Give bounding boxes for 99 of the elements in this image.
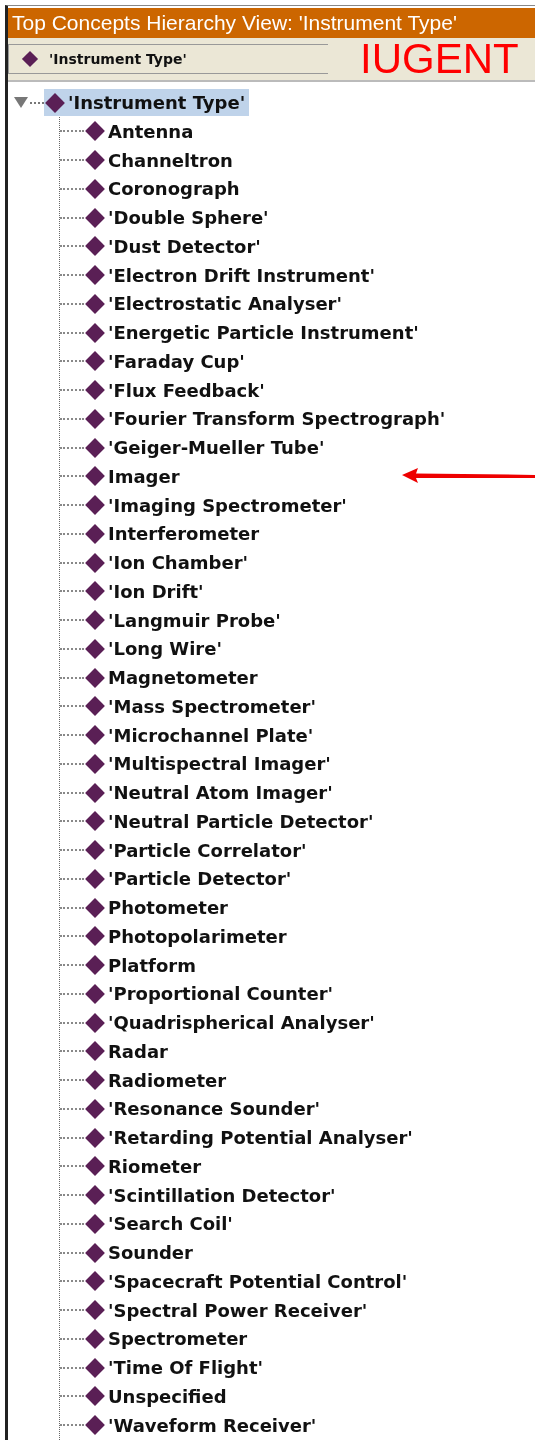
tree-item[interactable]: 'Retarding Potential Analyser' xyxy=(84,1124,417,1152)
expand-toggle[interactable] xyxy=(14,97,28,108)
class-icon xyxy=(84,436,106,459)
tree-item[interactable]: 'Langmuir Probe' xyxy=(84,606,285,634)
class-icon xyxy=(84,580,106,603)
class-icon xyxy=(84,1040,106,1063)
tree-item[interactable]: 'Electron Drift Instrument' xyxy=(84,261,379,289)
class-icon xyxy=(84,292,106,315)
tree-item[interactable]: 'Time Of Flight' xyxy=(84,1354,268,1382)
tree-item[interactable]: Antenna xyxy=(84,117,198,145)
tree-item[interactable]: Riometer xyxy=(84,1152,206,1180)
tree-item[interactable]: 'Waveform Receiver' xyxy=(84,1411,321,1439)
tree-item[interactable]: 'Particle Detector' xyxy=(84,865,296,893)
class-icon xyxy=(84,1011,106,1034)
class-icon xyxy=(84,1069,106,1092)
tree-item[interactable]: 'Proportional Counter' xyxy=(84,980,338,1008)
annotation-text: IUGENT xyxy=(360,38,519,80)
tree-item[interactable]: 'Spacecraft Potential Control' xyxy=(84,1267,412,1295)
class-icon xyxy=(84,1097,106,1120)
class-icon xyxy=(84,724,106,747)
tree-item[interactable]: 'Multispectral Imager' xyxy=(84,750,335,778)
class-icon xyxy=(84,1327,106,1350)
class-icon xyxy=(84,982,106,1005)
class-icon xyxy=(84,810,106,833)
concept-label: 'Instrument Type' xyxy=(49,51,187,67)
tree-item[interactable]: Channeltron xyxy=(84,146,237,174)
tree-item[interactable]: Magnetometer xyxy=(84,664,262,692)
class-icon xyxy=(84,551,106,574)
tree-item[interactable]: 'Spectral Power Receiver' xyxy=(84,1296,372,1324)
class-icon xyxy=(44,91,66,114)
tree-item[interactable]: 'Neutral Particle Detector' xyxy=(84,807,378,835)
class-icon xyxy=(84,120,106,143)
class-icon xyxy=(84,264,106,287)
class-icon xyxy=(84,666,106,689)
class-icon xyxy=(84,1356,106,1379)
tree-item[interactable]: 'Long Wire' xyxy=(84,635,226,663)
class-icon xyxy=(84,149,106,172)
class-icon xyxy=(84,206,106,229)
class-icon xyxy=(84,867,106,890)
class-icon xyxy=(84,695,106,718)
tree-item[interactable]: 'Quadrispherical Analyser' xyxy=(84,1009,379,1037)
tree-item[interactable]: 'Electrostatic Analyser' xyxy=(84,290,346,318)
tree-item[interactable]: 'Neutral Atom Imager' xyxy=(84,779,337,807)
class-icon xyxy=(84,1155,106,1178)
tree-item[interactable]: 'Geiger-Mueller Tube' xyxy=(84,434,329,462)
tree-node[interactable]: 'Instrument Type' xyxy=(44,89,250,116)
class-icon xyxy=(84,1385,106,1408)
class-icon xyxy=(84,321,106,344)
tree-item[interactable]: 'Mass Spectrometer' xyxy=(84,692,320,720)
tree-item[interactable]: Coronograph xyxy=(84,175,244,203)
class-icon xyxy=(84,1299,106,1322)
tree-item[interactable]: Radiometer xyxy=(84,1066,231,1094)
class-icon xyxy=(84,781,106,804)
class-icon xyxy=(84,954,106,977)
class-icon xyxy=(84,609,106,632)
tree-item[interactable]: 'Faraday Cup' xyxy=(84,347,249,375)
tree-item[interactable]: Photometer xyxy=(84,894,232,922)
class-icon xyxy=(84,1212,106,1235)
class-icon xyxy=(21,50,39,68)
tree-item[interactable]: 'Fourier Transform Spectrograph' xyxy=(84,405,450,433)
tree-item[interactable]: 'Energetic Particle Instrument' xyxy=(84,319,423,347)
class-icon xyxy=(84,350,106,373)
class-icon xyxy=(84,235,106,258)
tree-item[interactable]: Spectrometer xyxy=(84,1325,252,1353)
tree-item[interactable]: Sounder xyxy=(84,1239,197,1267)
class-icon xyxy=(84,465,106,488)
tree-item[interactable]: 'Flux Feedback' xyxy=(84,376,269,404)
class-icon xyxy=(84,379,106,402)
class-icon xyxy=(84,494,106,517)
tree-item[interactable]: 'Microchannel Plate' xyxy=(84,721,318,749)
tree-item[interactable]: Unspecified xyxy=(84,1382,231,1410)
tree-item[interactable]: 'Ion Drift' xyxy=(84,577,208,605)
tree-item[interactable]: 'Ion Chamber' xyxy=(84,549,253,577)
tree-item[interactable]: Photopolarimeter xyxy=(84,922,291,950)
class-icon xyxy=(84,839,106,862)
class-icon xyxy=(84,1270,106,1293)
class-icon xyxy=(84,177,106,200)
class-icon xyxy=(84,896,106,919)
class-icon xyxy=(84,1241,106,1264)
window-title: Top Concepts Hierarchy View: 'Instrument Type' xyxy=(8,8,535,38)
class-icon xyxy=(84,637,106,660)
tree-item[interactable]: 'Scintillation Detector' xyxy=(84,1181,340,1209)
tree-item[interactable]: 'Search Coil' xyxy=(84,1210,237,1238)
tree-item[interactable]: 'Dust Detector' xyxy=(84,232,265,260)
class-icon xyxy=(84,925,106,948)
class-icon xyxy=(84,752,106,775)
tree-item[interactable]: Interferometer xyxy=(84,520,264,548)
class-icon xyxy=(84,522,106,545)
class-icon xyxy=(84,1184,106,1207)
tree-item[interactable]: 'Particle Correlator' xyxy=(84,836,311,864)
tree-item[interactable]: Imager xyxy=(84,462,184,490)
tree-item[interactable]: 'Resonance Sounder' xyxy=(84,1095,325,1123)
tree-item[interactable]: 'Double Sphere' xyxy=(84,204,273,232)
class-icon xyxy=(84,1414,106,1437)
class-icon xyxy=(84,1126,106,1149)
tree-item[interactable]: Platform xyxy=(84,951,200,979)
tree-item[interactable]: 'Imaging Spectrometer' xyxy=(84,491,351,519)
tree-item[interactable]: Radar xyxy=(84,1037,172,1065)
class-icon xyxy=(84,407,106,430)
